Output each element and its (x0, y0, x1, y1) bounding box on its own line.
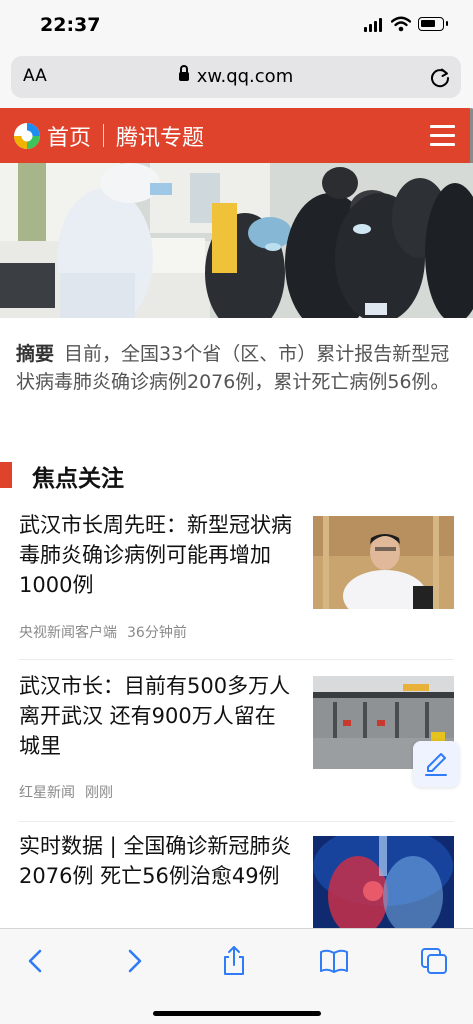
summary: 摘要 目前，全国33个省（区、市）累计报告新型冠状病毒肺炎确诊病例2076例，累计… (16, 340, 456, 396)
url-text: xw.qq.com (196, 66, 294, 87)
channel-title[interactable]: 腾讯专题 (116, 120, 204, 152)
article-thumbnail[interactable] (313, 516, 454, 609)
article-meta: 央视新闻客户端 36分钟前 (19, 622, 187, 642)
article-item[interactable]: 实时数据 | 全国确诊新冠肺炎2076例 死亡56例治愈49例 (0, 831, 473, 931)
article-title[interactable]: 武汉市长：目前有500多万人离开武汉 还有900万人留在城里 (19, 671, 294, 761)
summary-text: 目前，全国33个省（区、市）累计报告新型冠状病毒肺炎确诊病例2076例，累计死亡… (16, 343, 450, 393)
site-header: 首页 腾讯专题 (0, 108, 470, 163)
article-title[interactable]: 武汉市长周先旺：新型冠状病毒肺炎确诊病例可能再增加1000例 (19, 510, 294, 600)
browser-page: 22:37 AA xw.qq.com 首页 腾讯专题 摘要 目前，全国33个省（… (0, 0, 473, 1024)
article-item[interactable]: 武汉市长：目前有500多万人离开武汉 还有900万人留在城里 红星新闻 刚刚 (0, 671, 473, 811)
browser-toolbar (0, 928, 473, 1024)
address-bar-area: AA xw.qq.com (0, 52, 473, 108)
article-time: 刚刚 (85, 785, 113, 801)
summary-label: 摘要 (16, 343, 55, 365)
list-divider (19, 821, 454, 822)
forward-icon[interactable] (118, 945, 150, 977)
hero-photo[interactable] (0, 163, 473, 318)
lock-icon (178, 65, 189, 81)
article-time: 36分钟前 (127, 625, 187, 641)
article-meta: 红星新闻 刚刚 (19, 782, 113, 802)
tabs-icon[interactable] (418, 945, 450, 977)
article-title[interactable]: 实时数据 | 全国确诊新冠肺炎2076例 死亡56例治愈49例 (19, 831, 294, 891)
section-title: 焦点关注 (32, 466, 124, 492)
address-bar[interactable]: AA xw.qq.com (11, 56, 461, 98)
article-thumbnail[interactable] (313, 836, 454, 929)
tencent-news-logo-icon[interactable] (13, 122, 41, 150)
wifi-icon (391, 16, 411, 32)
article-item[interactable]: 武汉市长周先旺：新型冠状病毒肺炎确诊病例可能再增加1000例 央视新闻客户端 36… (0, 510, 473, 660)
reload-icon[interactable] (429, 66, 451, 88)
back-icon[interactable] (20, 945, 52, 977)
menu-icon[interactable] (430, 125, 455, 147)
bookmarks-icon[interactable] (318, 945, 350, 977)
list-divider (19, 659, 454, 660)
status-time: 22:37 (40, 14, 101, 36)
share-icon[interactable] (218, 945, 250, 977)
battery-icon (418, 17, 448, 31)
status-bar: 22:37 (0, 0, 473, 52)
url-display[interactable]: xw.qq.com (11, 65, 461, 87)
article-source: 红星新闻 (19, 785, 75, 801)
cellular-signal-icon (364, 18, 384, 32)
section-marker (0, 462, 12, 488)
header-divider (103, 124, 104, 147)
article-source: 央视新闻客户端 (19, 625, 117, 641)
edit-icon[interactable] (413, 741, 459, 787)
home-link[interactable]: 首页 (47, 120, 91, 152)
home-indicator[interactable] (153, 1011, 321, 1016)
